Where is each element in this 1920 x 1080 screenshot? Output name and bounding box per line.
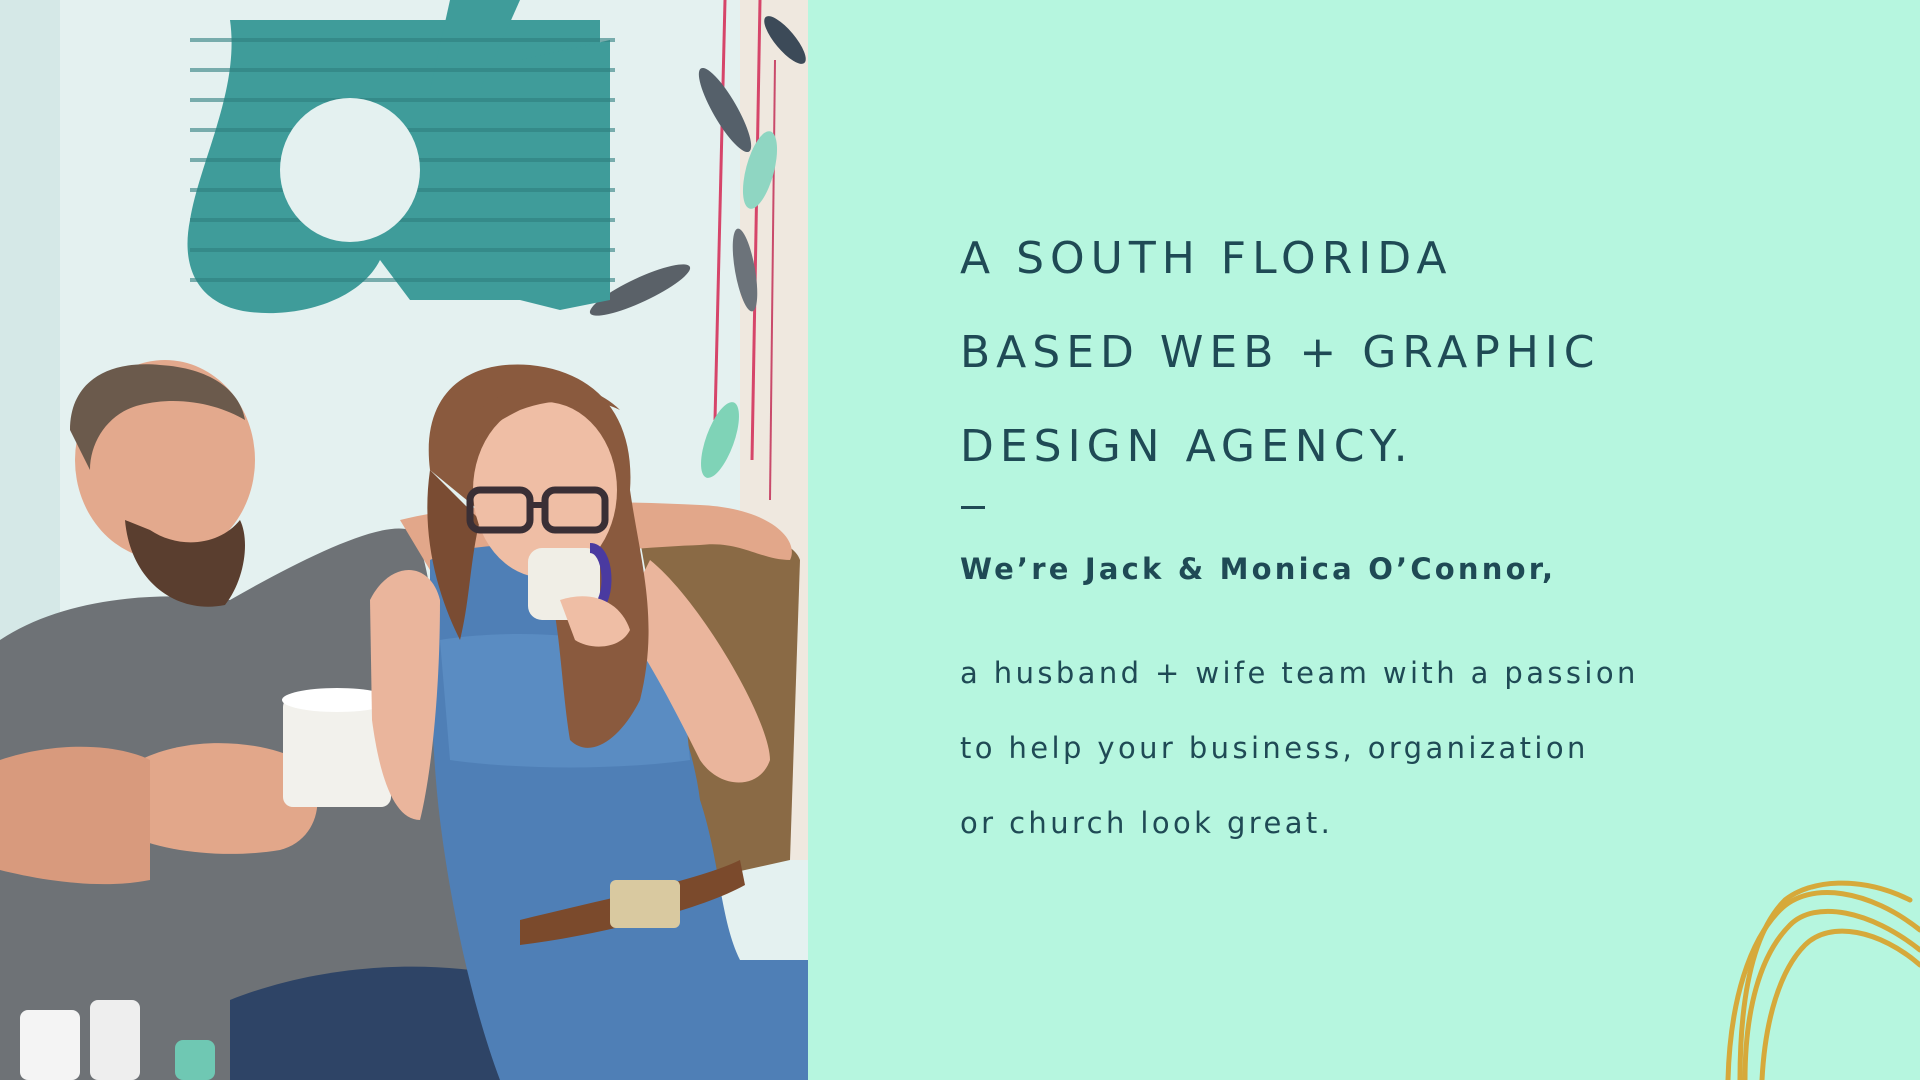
headline-line: A SOUTH FLORIDA — [960, 233, 1453, 284]
headline: A SOUTH FLORIDA BASED WEB + GRAPHIC DESI… — [960, 212, 1601, 494]
hero-section: A SOUTH FLORIDA BASED WEB + GRAPHIC DESI… — [0, 0, 1920, 1080]
intro-text: We’re Jack & Monica O’Connor, — [960, 552, 1557, 586]
description-line: to help your business, organization — [960, 731, 1589, 765]
content-panel: A SOUTH FLORIDA BASED WEB + GRAPHIC DESI… — [808, 0, 1920, 1080]
description-line: a husband + wife team with a passion — [960, 656, 1639, 690]
gold-scribble-decoration — [1725, 880, 1920, 1080]
headline-line: BASED WEB + GRAPHIC — [960, 327, 1601, 378]
headline-line: DESIGN AGENCY. — [960, 421, 1414, 472]
description-line: or church look great. — [960, 806, 1334, 840]
divider-dash — [961, 506, 985, 509]
couple-photo — [0, 0, 808, 1080]
description: a husband + wife team with a passion to … — [960, 636, 1639, 861]
